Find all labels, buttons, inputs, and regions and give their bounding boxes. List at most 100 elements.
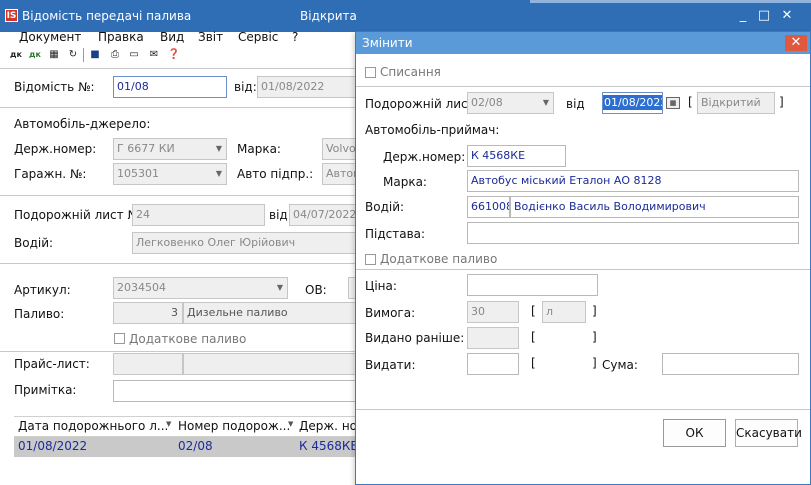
garage-no-label: Гаражн. №: xyxy=(14,167,87,181)
chevron-down-icon: ▼ xyxy=(542,98,549,107)
ok-button[interactable]: ОК xyxy=(663,419,726,447)
refresh-icon[interactable]: ↻ xyxy=(65,47,81,63)
brand-field[interactable]: Volvo xyxy=(322,138,358,160)
article-value: 2034504 xyxy=(117,281,166,294)
print-icon[interactable]: ⎙ xyxy=(107,47,123,63)
cancel-button[interactable]: Скасувати xyxy=(735,419,802,447)
col-waybill-no[interactable]: Номер подорож... xyxy=(178,419,290,433)
demand-field[interactable]: 30 xyxy=(467,301,519,323)
plate-select[interactable]: Г 6677 КИ ▼ xyxy=(113,138,227,160)
bracket-close: ] xyxy=(592,304,597,318)
app-logo-icon: IS xyxy=(5,9,18,22)
help-icon[interactable]: ❓ xyxy=(166,47,182,63)
extra-fuel-checkbox[interactable] xyxy=(365,254,376,265)
menu-service[interactable]: Сервіс xyxy=(238,30,278,44)
calendar-icon[interactable]: ▦ xyxy=(666,97,680,109)
sum-field[interactable] xyxy=(662,353,799,375)
ov-label: ОВ: xyxy=(305,283,327,297)
menu-view[interactable]: Вид xyxy=(160,30,184,44)
bracket-open: [ xyxy=(531,356,536,370)
save-icon[interactable]: ■ xyxy=(87,47,103,63)
bracket-close: ] xyxy=(592,330,597,344)
waybill-no-field[interactable]: 24 xyxy=(132,204,265,226)
fuel-name-field[interactable]: Дизельне паливо xyxy=(183,302,358,324)
waybill-select[interactable]: 02/08 ▼ xyxy=(467,92,554,114)
receiver-vehicle-label: Автомобіль-приймач: xyxy=(365,123,500,137)
bracket-close: ] xyxy=(592,356,597,370)
sort-arrow-icon[interactable]: ▼ xyxy=(288,420,293,428)
title-accent-strip xyxy=(530,0,811,3)
brand-label: Марка: xyxy=(237,142,281,156)
price-field[interactable] xyxy=(467,274,598,296)
date-value: 01/08/2022 xyxy=(603,95,662,110)
table-row[interactable]: 01/08/2022 02/08 К 4568КЕ xyxy=(14,437,359,457)
statement-date-field[interactable]: 01/08/2022 xyxy=(257,76,357,98)
divider xyxy=(0,263,360,264)
receiver-brand-field[interactable]: Автобус міський Еталон АО 8128 xyxy=(467,170,799,192)
toolbar: дк дк ▦ ↻ ■ ⎙ ▭ ✉ ❓ xyxy=(0,46,360,66)
minimize-button[interactable]: _ xyxy=(733,6,753,26)
statement-no-field[interactable]: 01/08 xyxy=(113,76,227,98)
cell-date: 01/08/2022 xyxy=(18,439,88,453)
write-off-label: Списання xyxy=(380,65,441,79)
window-mode: Відкрита xyxy=(300,9,357,23)
sum-label: Сума: xyxy=(602,358,638,372)
driver-field[interactable]: Легковенко Олег Юрійович xyxy=(132,232,358,254)
divider xyxy=(0,351,360,352)
col-plate[interactable]: Держ. но xyxy=(299,419,357,433)
debit-credit-alt-icon[interactable]: дк xyxy=(27,47,43,63)
divider xyxy=(356,269,810,270)
driver-label: Водій: xyxy=(365,200,405,214)
mail-icon[interactable]: ✉ xyxy=(146,47,162,63)
driver-code-field[interactable]: 661008 xyxy=(467,196,510,218)
bracket-close: ] xyxy=(779,95,784,109)
article-select[interactable]: 2034504 ▼ xyxy=(113,277,288,299)
divider xyxy=(0,107,360,108)
price-list-label: Прайс-лист: xyxy=(14,357,90,371)
from-label: від xyxy=(566,97,585,111)
price-label: Ціна: xyxy=(365,279,397,293)
plate-label: Держ.номер: xyxy=(14,142,97,156)
note-label: Примітка: xyxy=(14,383,77,397)
garage-no-select[interactable]: 105301 ▼ xyxy=(113,163,227,185)
maximize-button[interactable]: □ xyxy=(754,6,774,26)
fuel-code-field[interactable]: 3 xyxy=(113,302,183,324)
price-list-name-field[interactable] xyxy=(183,353,358,375)
basis-field[interactable] xyxy=(467,222,799,244)
from-label: від: xyxy=(234,80,257,94)
driver-name-field[interactable]: Водієнко Василь Володимирович xyxy=(510,196,799,218)
statement-no-label: Відомість №: xyxy=(14,80,95,94)
article-label: Артикул: xyxy=(14,283,71,297)
close-button[interactable]: ✕ xyxy=(777,6,797,26)
divider xyxy=(0,195,360,196)
cell-waybill-no: 02/08 xyxy=(178,439,213,453)
menu-help[interactable]: ? xyxy=(292,30,298,44)
issue-field[interactable] xyxy=(467,353,519,375)
unit-field: л xyxy=(542,301,586,323)
bracket-open: [ xyxy=(531,330,536,344)
dialog-title: Змінити xyxy=(362,36,413,50)
menu-document[interactable]: Документ xyxy=(19,30,81,44)
status-field: Відкритий xyxy=(697,92,775,114)
basis-label: Підстава: xyxy=(365,227,426,241)
note-field[interactable] xyxy=(113,380,358,402)
sort-arrow-icon[interactable]: ▼ xyxy=(166,420,171,428)
extra-fuel-checkbox[interactable] xyxy=(114,333,125,344)
bracket-open: [ xyxy=(531,304,536,318)
price-list-code-field[interactable] xyxy=(113,353,183,375)
menu-report[interactable]: Звіт xyxy=(198,30,223,44)
divider xyxy=(356,86,810,87)
write-off-checkbox[interactable] xyxy=(365,67,376,78)
receiver-plate-field[interactable]: К 4568КЕ xyxy=(467,145,566,167)
dialog-close-button[interactable]: ✕ xyxy=(785,35,807,51)
dialog-title-bar: Змінити ✕ xyxy=(356,32,810,54)
menu-edit[interactable]: Правка xyxy=(98,30,144,44)
col-waybill-date[interactable]: Дата подорожнього л... xyxy=(18,419,168,433)
page-icon[interactable]: ▭ xyxy=(126,47,142,63)
debit-credit-icon[interactable]: дк xyxy=(8,47,24,63)
waybill-date-field[interactable]: 04/07/2022 xyxy=(289,204,358,226)
date-field[interactable]: 01/08/2022 xyxy=(602,92,663,114)
grid-icon[interactable]: ▦ xyxy=(46,47,62,63)
auto-enterprise-field[interactable]: Автоп xyxy=(322,163,358,185)
extra-fuel-label: Додаткове паливо xyxy=(129,332,247,346)
